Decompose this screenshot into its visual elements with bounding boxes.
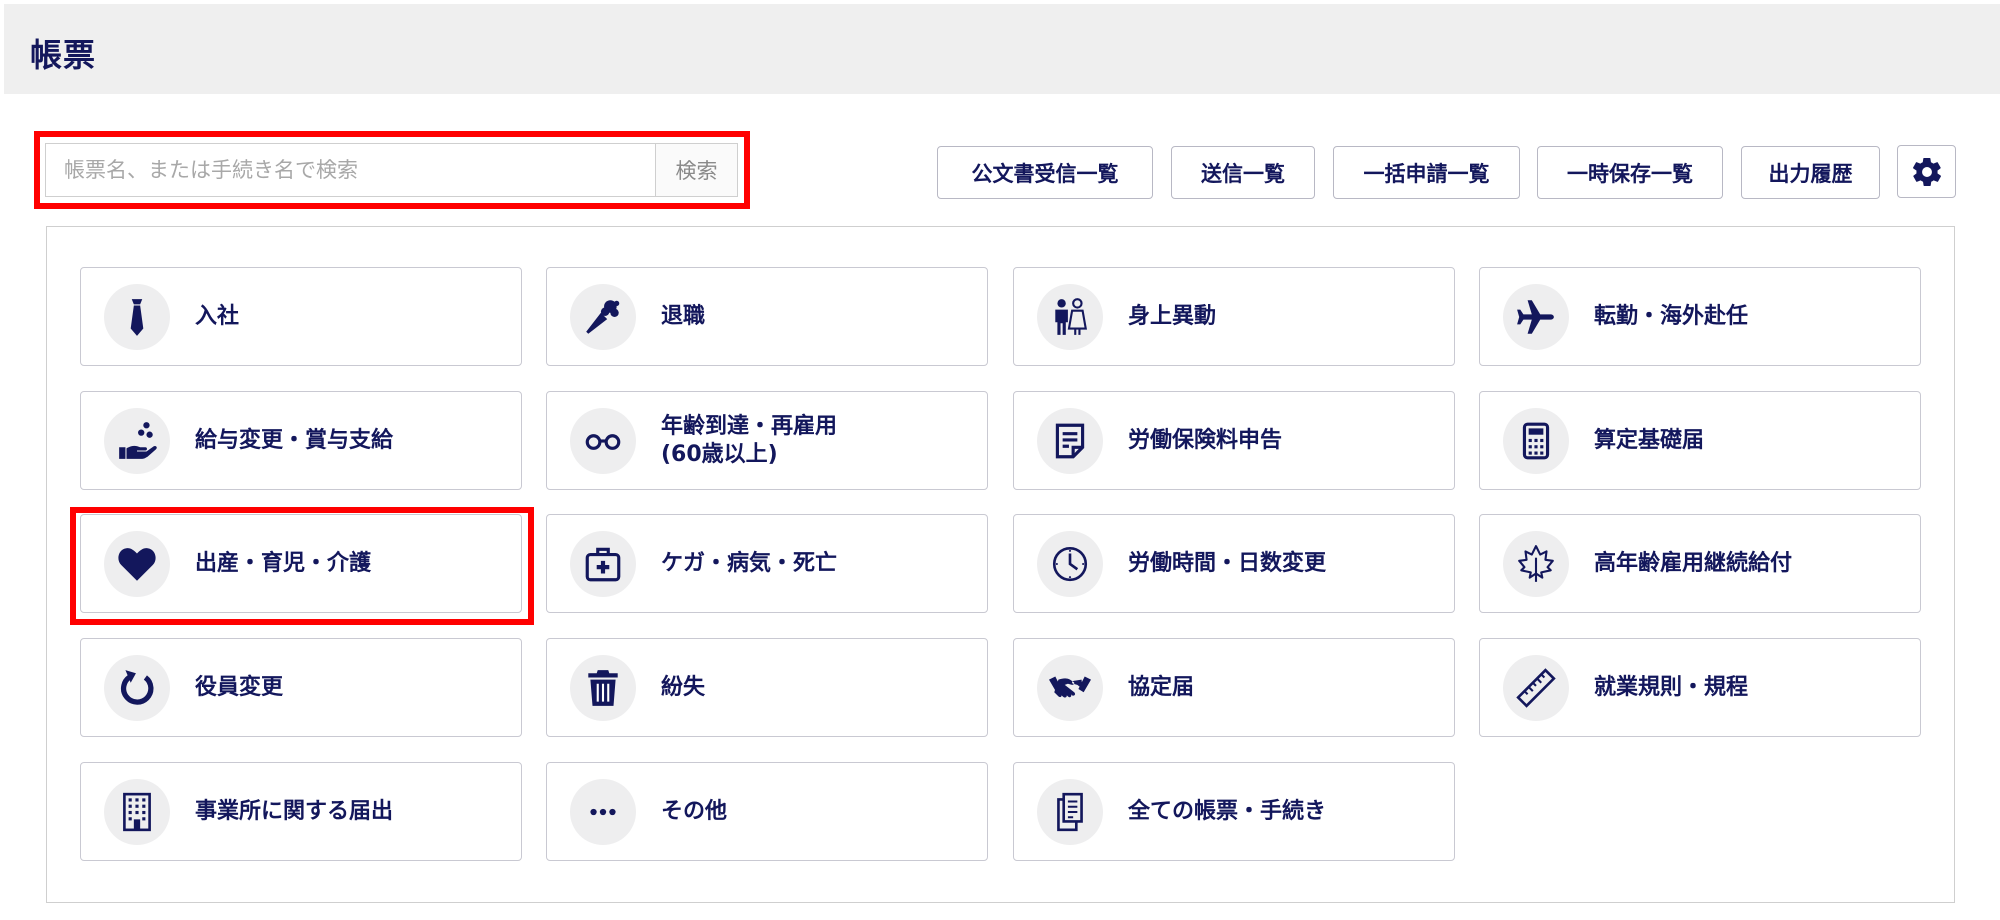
wedding-couple-icon (1055, 297, 1088, 335)
category-label: 出産・育児・介護 (195, 550, 372, 576)
category-label: 就業規則・規程 (1594, 674, 1749, 700)
category-card-officer-change[interactable]: 役員変更 (80, 638, 522, 737)
glasses-icon (585, 433, 621, 450)
category-card-office-notification[interactable]: 事業所に関する届出 (80, 762, 522, 861)
category-card-all-forms[interactable]: 全ての帳票・手続き (1013, 762, 1455, 861)
category-label: 紛失 (661, 674, 706, 700)
category-label: 労働保険料申告 (1128, 427, 1283, 453)
category-card-working-hours[interactable]: 労働時間・日数変更 (1013, 514, 1455, 613)
documents-icon (1057, 792, 1083, 831)
category-card-elderly-employment-benefit[interactable]: 高年齢雇用継続給付 (1479, 514, 1921, 613)
temporary-save-list-button[interactable]: 一時保存一覧 (1537, 146, 1723, 199)
maple-leaf-icon (1518, 544, 1554, 582)
building-icon (123, 792, 151, 831)
category-label: 協定届 (1128, 674, 1195, 700)
category-card-childbirth-care[interactable]: 出産・育児・介護 (80, 514, 522, 613)
search-input[interactable] (46, 144, 655, 196)
category-label: 身上異動 (1128, 303, 1217, 329)
category-label: 事業所に関する届出 (195, 798, 394, 824)
necktie-icon (130, 298, 144, 336)
category-label: 高年齢雇用継続給付 (1594, 550, 1793, 576)
calculator-icon (1522, 422, 1550, 459)
clock-icon (1052, 546, 1088, 581)
category-label: ケガ・病気・死亡 (661, 550, 838, 576)
page-header: 帳票 (4, 4, 2000, 94)
handshake-icon (1049, 675, 1091, 698)
category-card-agreement[interactable]: 協定届 (1013, 638, 1455, 737)
search-button[interactable]: 検索 (655, 144, 737, 196)
category-label: 給与変更・賞与支給 (195, 427, 394, 453)
settings-button[interactable] (1897, 145, 1956, 198)
category-card-personal-change[interactable]: 身上異動 (1013, 267, 1455, 366)
category-card-transfer-overseas[interactable]: 転勤・海外赴任 (1479, 267, 1921, 366)
category-card-other[interactable]: その他 (546, 762, 988, 861)
heart-icon (118, 547, 156, 581)
official-docs-received-button[interactable]: 公文書受信一覧 (937, 146, 1153, 199)
gear-icon (1912, 157, 1941, 186)
category-label: 全ての帳票・手続き (1128, 798, 1327, 824)
search-bar: 検索 (45, 143, 738, 197)
category-card-retirement[interactable]: 退職 (546, 267, 988, 366)
airplane-icon (1517, 299, 1554, 334)
category-label: 年齢到達・再雇用 (60歳以上) (661, 413, 838, 467)
output-history-button[interactable]: 出力履歴 (1741, 146, 1880, 199)
category-label: 入社 (195, 303, 240, 329)
category-card-injury-illness-death[interactable]: ケガ・病気・死亡 (546, 514, 988, 613)
category-label: 役員変更 (195, 674, 284, 700)
category-card-santei-kiso[interactable]: 算定基礎届 (1479, 391, 1921, 490)
page-title: 帳票 (30, 36, 97, 74)
category-label: 算定基礎届 (1594, 427, 1705, 453)
batch-application-list-button[interactable]: 一括申請一覧 (1333, 146, 1520, 199)
category-label: 労働時間・日数変更 (1128, 550, 1327, 576)
category-card-hire[interactable]: 入社 (80, 267, 522, 366)
sent-list-button[interactable]: 送信一覧 (1171, 146, 1315, 199)
bouquet-icon (586, 299, 620, 334)
category-label: 退職 (661, 303, 706, 329)
category-card-labor-insurance[interactable]: 労働保険料申告 (1013, 391, 1455, 490)
ellipsis-icon (590, 808, 616, 815)
category-label: 転勤・海外赴任 (1594, 303, 1749, 329)
category-label: その他 (661, 798, 728, 824)
refresh-arrow-icon (120, 669, 154, 705)
category-card-salary-bonus[interactable]: 給与変更・賞与支給 (80, 391, 522, 490)
category-card-loss[interactable]: 紛失 (546, 638, 988, 737)
hand-coins-icon (119, 421, 157, 459)
trash-icon (588, 669, 618, 706)
category-card-age-reemployment[interactable]: 年齢到達・再雇用 (60歳以上) (546, 391, 988, 490)
document-icon (1055, 423, 1085, 458)
ruler-icon (1516, 667, 1556, 708)
category-card-work-rules[interactable]: 就業規則・規程 (1479, 638, 1921, 737)
first-aid-kit-icon (585, 547, 621, 581)
